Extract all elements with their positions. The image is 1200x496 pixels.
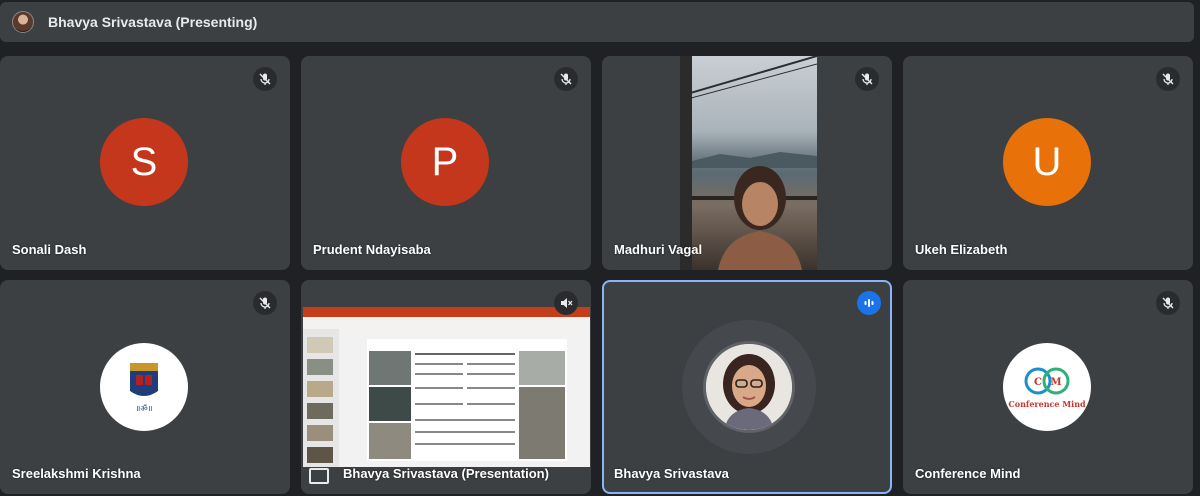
participant-tile[interactable]: ॥ॐ॥ Sreelakshmi Krishna — [0, 280, 290, 494]
mic-off-icon — [554, 67, 578, 91]
avatar: S — [100, 118, 188, 206]
institution-logo: ॥ॐ॥ — [100, 343, 188, 431]
participant-name: Madhuri Vagal — [614, 242, 703, 257]
participant-tile[interactable]: Bhavya Srivastava (Presentation) — [301, 280, 591, 494]
svg-text:C: C — [1034, 377, 1042, 388]
presenter-label: Bhavya Srivastava (Presenting) — [48, 14, 258, 30]
participant-name: Conference Mind — [915, 466, 1021, 481]
participant-tile-active[interactable]: Bhavya Srivastava — [602, 280, 892, 494]
participant-tile[interactable]: S Sonali Dash — [0, 56, 290, 270]
participant-name: Ukeh Elizabeth — [915, 242, 1008, 257]
avatar: P — [401, 118, 489, 206]
avatar — [703, 341, 795, 433]
mic-off-icon — [1156, 291, 1180, 315]
logo-text: Conference Mind — [1008, 399, 1086, 409]
svg-text:M: M — [1050, 377, 1061, 388]
avatar-ring — [682, 320, 816, 454]
presentation-icon — [309, 468, 329, 484]
participant-name: Sreelakshmi Krishna — [12, 466, 141, 481]
conference-mind-logo: C M Conference Mind — [1003, 343, 1091, 431]
svg-text:॥ॐ॥: ॥ॐ॥ — [136, 404, 153, 413]
mic-off-icon — [1156, 67, 1180, 91]
volume-off-icon — [554, 291, 578, 315]
presenter-avatar — [12, 11, 34, 33]
participant-tile[interactable]: C M Conference Mind Conference Mind — [903, 280, 1193, 494]
participant-tile[interactable]: P Prudent Ndayisaba — [301, 56, 591, 270]
presentation-screen — [303, 307, 590, 467]
participant-name: Bhavya Srivastava — [614, 466, 729, 481]
avatar: U — [1003, 118, 1091, 206]
mic-off-icon — [855, 67, 879, 91]
participant-tile[interactable]: Madhuri Vagal — [602, 56, 892, 270]
speaking-icon — [857, 291, 881, 315]
participant-name: Bhavya Srivastava (Presentation) — [343, 466, 549, 481]
presenting-bar[interactable]: Bhavya Srivastava (Presenting) — [0, 2, 1194, 42]
participant-name: Sonali Dash — [12, 242, 87, 257]
participant-video — [680, 56, 817, 270]
mic-off-icon — [253, 291, 277, 315]
participant-tile[interactable]: U Ukeh Elizabeth — [903, 56, 1193, 270]
participant-name: Prudent Ndayisaba — [313, 242, 431, 257]
mic-off-icon — [253, 67, 277, 91]
